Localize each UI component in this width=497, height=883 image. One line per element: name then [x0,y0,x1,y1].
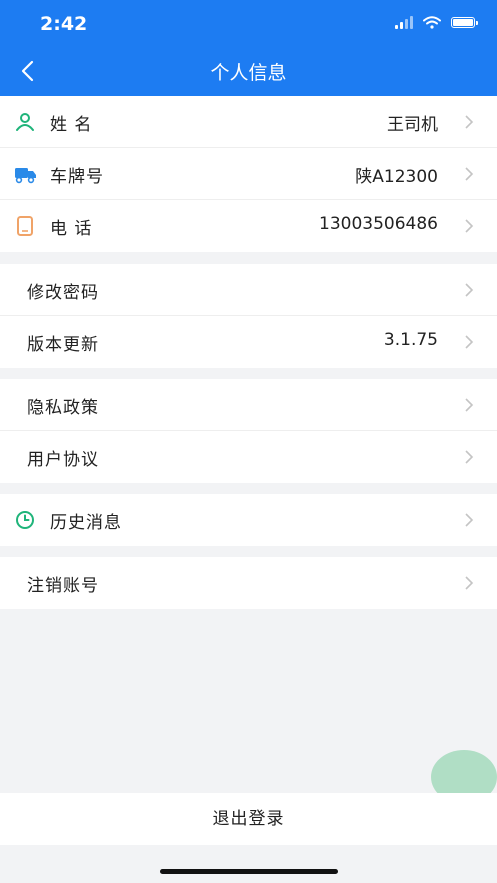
row-version-update[interactable]: 版本更新 3.1.75 [0,316,497,368]
row-plate[interactable]: 车牌号 陕A12300 [0,148,497,200]
name-value: 王司机 [387,115,438,135]
phone-value: 13003506486 [319,214,438,234]
cancel-account-label: 注销账号 [27,576,99,596]
change-password-label: 修改密码 [27,283,99,303]
phone-label: 电 话 [50,219,93,239]
chevron-right-icon [465,335,474,349]
row-privacy-policy[interactable]: 隐私政策 [0,379,497,431]
chevron-right-icon [465,398,474,412]
user-agreement-label: 用户协议 [27,450,99,470]
chevron-right-icon [465,513,474,527]
person-icon [16,113,34,131]
legal-group: 隐私政策 用户协议 [0,379,497,483]
phone-icon [17,216,33,236]
nav-bar: 个人信息 [0,50,497,96]
wifi-icon [423,16,441,29]
chevron-right-icon [465,576,474,590]
version-value: 3.1.75 [383,330,438,350]
chevron-right-icon [465,283,474,297]
account-group: 注销账号 [0,557,497,609]
chevron-right-icon [465,450,474,464]
clock-icon [16,511,34,529]
plate-label: 车牌号 [50,167,104,187]
row-name[interactable]: 姓 名 王司机 [0,96,497,148]
history-messages-label: 历史消息 [50,513,122,533]
battery-icon [451,17,478,28]
row-cancel-account[interactable]: 注销账号 [0,557,497,609]
status-bar: 2:42 [0,0,497,50]
history-group: 历史消息 [0,494,497,546]
chevron-right-icon [465,219,474,233]
logout-button[interactable]: 退出登录 [0,793,497,845]
signal-icon [395,16,413,29]
name-label: 姓 名 [50,115,93,135]
status-icons [395,16,478,29]
chevron-right-icon [465,115,474,129]
settings-group: 修改密码 版本更新 3.1.75 [0,264,497,368]
row-change-password[interactable]: 修改密码 [0,264,497,316]
row-user-agreement[interactable]: 用户协议 [0,431,497,483]
screen: 2:42 个人信息 姓 名 王司机 车牌号 陕A12300 电 话 130035… [0,0,497,883]
version-update-label: 版本更新 [27,335,99,355]
status-time: 2:42 [40,13,88,35]
profile-group: 姓 名 王司机 车牌号 陕A12300 电 话 13003506486 [0,96,497,252]
row-phone[interactable]: 电 话 13003506486 [0,200,497,252]
row-history-messages[interactable]: 历史消息 [0,494,497,546]
home-indicator [160,869,338,874]
plate-value: 陕A12300 [355,167,438,187]
chevron-right-icon [465,167,474,181]
truck-icon [15,168,36,184]
privacy-policy-label: 隐私政策 [27,398,99,418]
header: 2:42 个人信息 [0,0,497,96]
page-title: 个人信息 [210,62,287,84]
